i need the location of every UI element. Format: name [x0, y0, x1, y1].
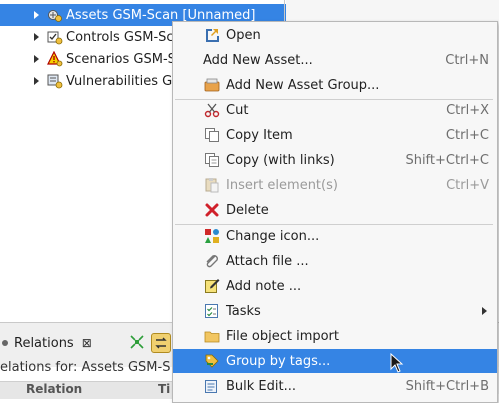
- mouse-pointer-icon: [390, 353, 404, 373]
- menu-item-label: Group by tags...: [226, 353, 331, 369]
- menu-item-copy-with-links[interactable]: Copy (with links) Shift+Ctrl+C: [173, 148, 497, 172]
- menu-item-delete[interactable]: Delete: [173, 198, 497, 222]
- menu-item-tasks[interactable]: Tasks: [173, 299, 497, 323]
- delete-icon: [205, 203, 219, 217]
- menu-item-label: Add New Asset Group...: [226, 77, 380, 93]
- scissors-icon: [204, 103, 220, 118]
- menu-item-file-object-import[interactable]: File object import: [173, 324, 497, 348]
- view-icon: [2, 340, 8, 346]
- menu-item-label: File object import: [226, 328, 340, 344]
- menu-item-attach-file[interactable]: Attach file ...: [173, 249, 497, 273]
- sync-icon[interactable]: [151, 333, 171, 353]
- expand-arrow-icon[interactable]: [34, 55, 39, 63]
- menu-item-change-icon[interactable]: Change icon...: [173, 224, 497, 248]
- change-icon-icon: [205, 229, 219, 243]
- expand-arrow-icon[interactable]: [34, 77, 39, 85]
- menu-item-shortcut: Shift+Ctrl+B: [405, 378, 489, 394]
- menu-item-label: Add New Asset...: [203, 52, 313, 68]
- group-tags-icon: [205, 354, 219, 368]
- menu-item-label: Add note ...: [226, 278, 302, 294]
- menu-item-label: Change icon...: [226, 228, 320, 244]
- menu-item-label: Delete: [226, 202, 269, 218]
- tree-item-label: Controls GSM-Sc: [66, 29, 174, 45]
- paste-icon: [205, 178, 219, 193]
- note-icon: [205, 279, 220, 293]
- relations-table-header: Relation Ti: [0, 381, 180, 399]
- menu-item-shortcut: Ctrl+X: [446, 102, 489, 118]
- menu-item-label: Bulk Edit...: [226, 378, 297, 394]
- menu-item-copy-item[interactable]: Copy Item Ctrl+C: [173, 123, 497, 147]
- menu-item-group-by-tags[interactable]: Group by tags...: [173, 349, 497, 373]
- folder-icon: [204, 331, 220, 343]
- menu-item-shortcut: Shift+Ctrl+C: [405, 152, 489, 168]
- menu-item-label: Cut: [226, 102, 249, 118]
- menu-item-insert-elements[interactable]: Insert element(s) Ctrl+V: [173, 173, 497, 197]
- menu-item-add-new-asset[interactable]: Add New Asset... Ctrl+N: [173, 48, 497, 72]
- menu-item-shortcut: Ctrl+V: [446, 177, 489, 193]
- menu-item-bulk-edit[interactable]: Bulk Edit... Shift+Ctrl+B: [173, 374, 497, 398]
- menu-item-label: Insert element(s): [226, 177, 338, 193]
- close-icon[interactable]: ⊠: [82, 336, 92, 350]
- menu-item-shortcut: Ctrl+C: [445, 127, 489, 143]
- submenu-arrow-icon: [482, 307, 487, 315]
- controls-icon: [47, 31, 63, 45]
- menu-item-label: Copy (with links): [226, 152, 335, 168]
- link-with-editor-icon[interactable]: [128, 333, 146, 351]
- menu-item-label: Attach file ...: [226, 253, 309, 269]
- tree-item-label: Vulnerabilities G: [66, 73, 173, 89]
- menu-item-label: Open: [226, 27, 261, 43]
- menu-item-cut[interactable]: Cut Ctrl+X: [173, 98, 497, 122]
- scenarios-icon: [47, 51, 63, 67]
- bulk-edit-icon: [205, 380, 217, 393]
- open-icon: [206, 29, 219, 42]
- copy-icon: [205, 128, 219, 142]
- tab-relations[interactable]: Relations ⊠: [0, 330, 92, 356]
- menu-item-open[interactable]: Open: [173, 23, 497, 47]
- menu-item-add-note[interactable]: Add note ...: [173, 274, 497, 298]
- assets-icon: [48, 10, 62, 22]
- tab-relations-label: Relations: [14, 335, 74, 351]
- menu-item-add-new-asset-group[interactable]: Add New Asset Group...: [173, 73, 497, 97]
- context-menu: Open Add New Asset... Ctrl+N Add New Ass…: [172, 21, 498, 403]
- menu-item-label: Tasks: [226, 303, 261, 319]
- expand-arrow-icon[interactable]: [34, 33, 39, 41]
- menu-item-label: Copy Item: [226, 127, 293, 143]
- relations-for-label: elations for: Assets GSM-S: [0, 360, 171, 375]
- tree-item-label: Scenarios GSM-S: [66, 51, 176, 67]
- paperclip-icon: [206, 255, 218, 268]
- vulnerabilities-icon: [47, 74, 63, 89]
- menu-item-shortcut: Ctrl+N: [445, 52, 489, 68]
- tasks-icon: [205, 304, 218, 318]
- asset-group-icon: [204, 78, 220, 92]
- expand-arrow-icon[interactable]: [34, 11, 39, 19]
- copy-links-icon: [205, 153, 219, 167]
